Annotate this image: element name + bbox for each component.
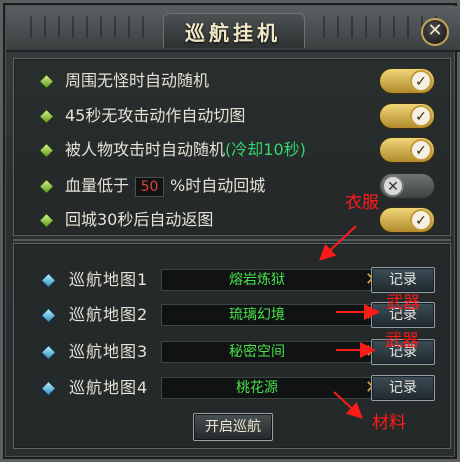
clothes-arrow xyxy=(319,225,357,261)
annotation-clothes: 衣服 xyxy=(345,193,379,213)
annotation-weapon: 武器 xyxy=(386,293,420,313)
annotation-arrows xyxy=(319,225,380,419)
materials-arrow xyxy=(333,391,363,419)
annotation-materials: 材料 xyxy=(372,413,406,433)
annotation-weapon: 武器 xyxy=(385,331,419,351)
